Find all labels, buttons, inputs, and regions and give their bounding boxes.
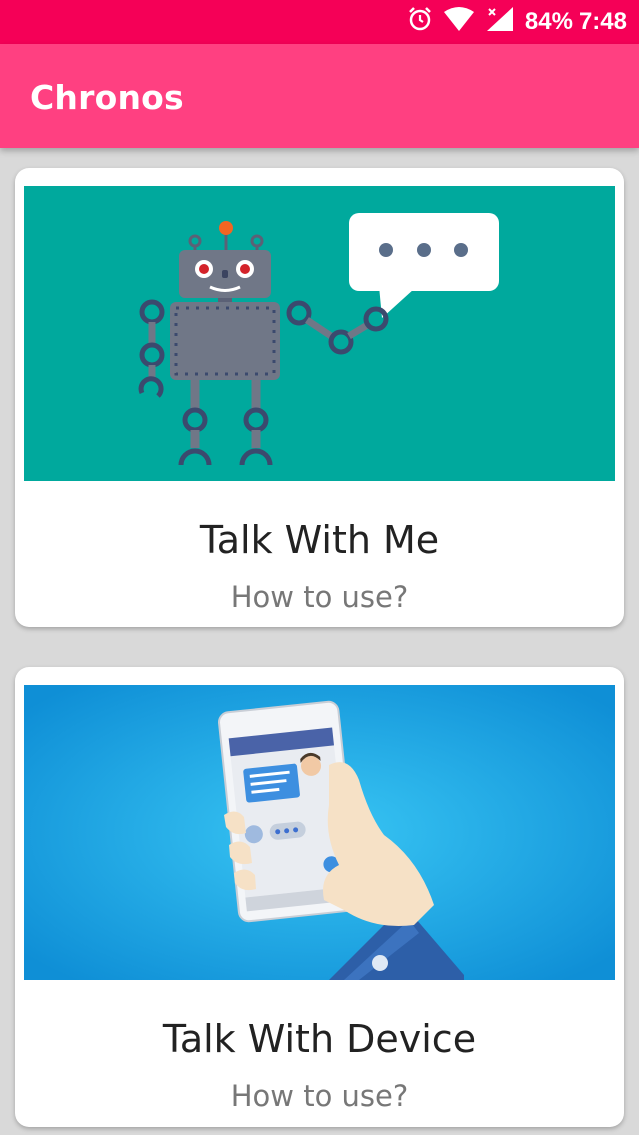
phone-in-hand-illustration [24,685,615,980]
talk-with-device-card[interactable]: Talk With Device How to use? [15,667,624,1127]
card-title: Talk With Device [162,1017,477,1061]
signal-icon [485,6,515,39]
talk-with-me-card[interactable]: Talk With Me How to use? [15,168,624,627]
alarm-icon [407,6,433,39]
how-to-use-link[interactable]: How to use? [15,1079,624,1113]
card-title: Talk With Me [199,518,440,562]
status-bar: 84% 7:48 [0,0,639,44]
app-bar: Chronos [0,44,639,148]
clock: 7:48 [578,8,627,35]
robot-illustration [24,186,615,481]
battery-level: 84% [524,8,573,35]
wifi-icon [443,6,475,39]
app-title: Chronos [30,78,184,117]
how-to-use-link[interactable]: How to use? [15,580,624,614]
